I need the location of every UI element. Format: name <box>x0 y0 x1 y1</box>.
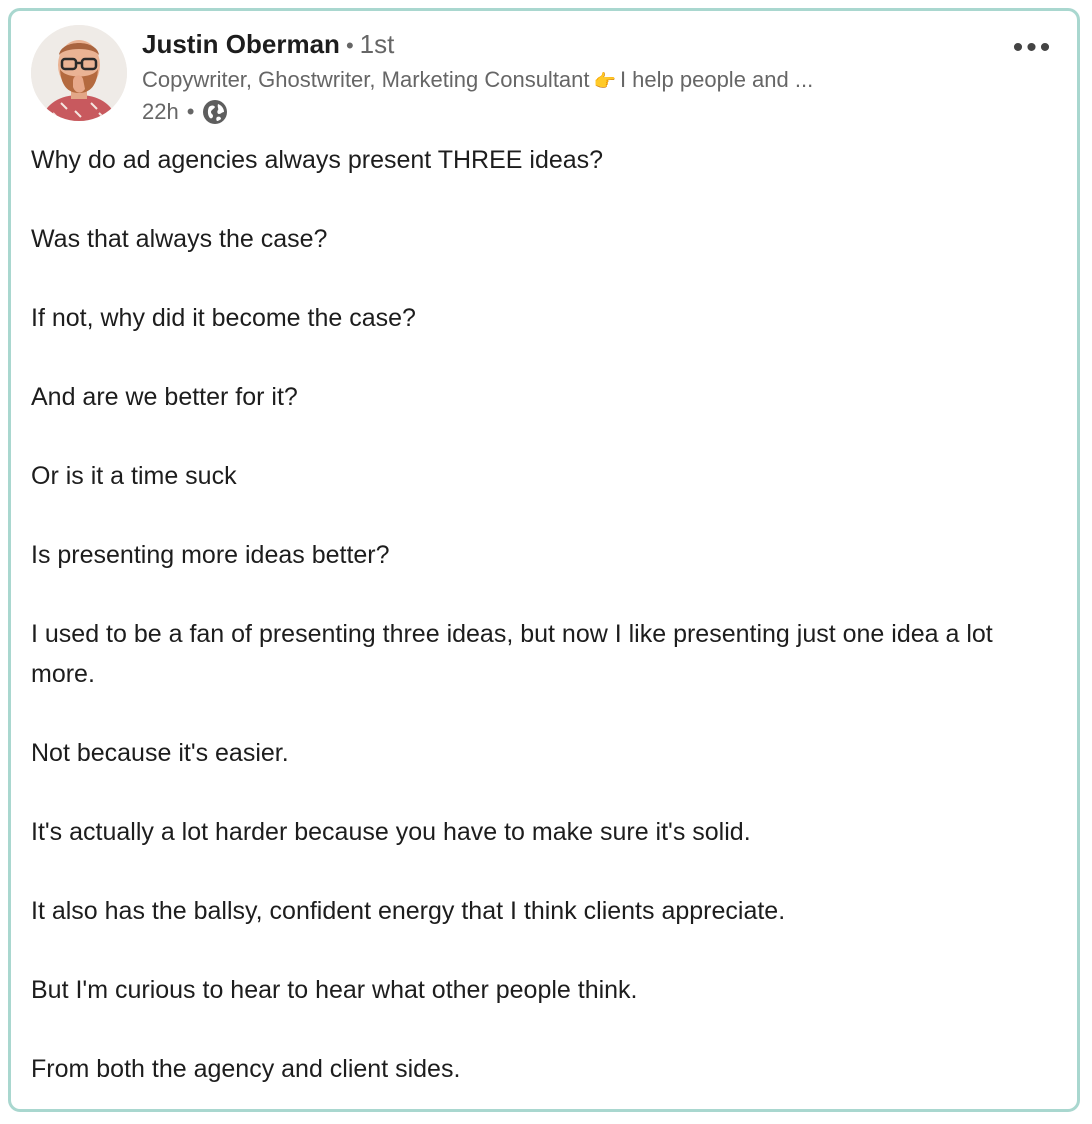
post-paragraph: It also has the ballsy, confident energy… <box>31 896 786 925</box>
post-time: 22h <box>142 99 179 124</box>
post-body: Why do ad agencies always present THREE … <box>31 141 1037 1109</box>
author-name[interactable]: Justin Oberman <box>142 29 340 59</box>
post-paragraph: It's actually a lot harder because you h… <box>31 817 751 846</box>
post-paragraph: And are we better for it? <box>31 383 298 411</box>
post-paragraph: If not, why did it become the case? <box>31 304 416 332</box>
post-paragraph: Or is it a time suck <box>31 462 237 490</box>
post-paragraph: Was that always the case? <box>31 225 328 253</box>
globe-icon <box>202 99 228 125</box>
author-name-row: Justin Oberman • 1st <box>142 27 1001 63</box>
pointing-hand-icon: 👉 <box>593 71 616 91</box>
connection-degree: 1st <box>359 29 395 59</box>
avatar[interactable] <box>31 25 127 121</box>
name-separator: • <box>345 33 354 58</box>
post-paragraph: But I'm curious to hear to hear what oth… <box>31 975 638 1004</box>
more-options-icon[interactable]: ••• <box>1011 31 1055 64</box>
post-paragraph: Not because it's easier. <box>31 738 289 767</box>
headline-tail: I help people and ... <box>619 67 814 92</box>
post-paragraph: I used to be a fan of presenting three i… <box>31 620 993 688</box>
post-timestamp-row: 22h • <box>142 96 1001 128</box>
post-paragraph: From both the agency and client sides. <box>31 1054 461 1083</box>
time-separator: • <box>186 99 195 124</box>
avatar-image <box>31 25 127 121</box>
headline-text: Copywriter, Ghostwriter, Marketing Consu… <box>142 67 590 92</box>
post-header: Justin Oberman • 1st Copywriter, Ghostwrit… <box>31 25 1061 135</box>
post-card: Justin Oberman • 1st Copywriter, Ghostwrit… <box>8 8 1080 1112</box>
author-headline: Copywriter, Ghostwriter, Marketing Consu… <box>142 65 1001 96</box>
post-paragraph: Why do ad agencies always present THREE … <box>31 146 604 174</box>
post-paragraph: Is presenting more ideas better? <box>31 541 390 569</box>
author-meta: Justin Oberman • 1st Copywriter, Ghostwrit… <box>142 27 1001 128</box>
